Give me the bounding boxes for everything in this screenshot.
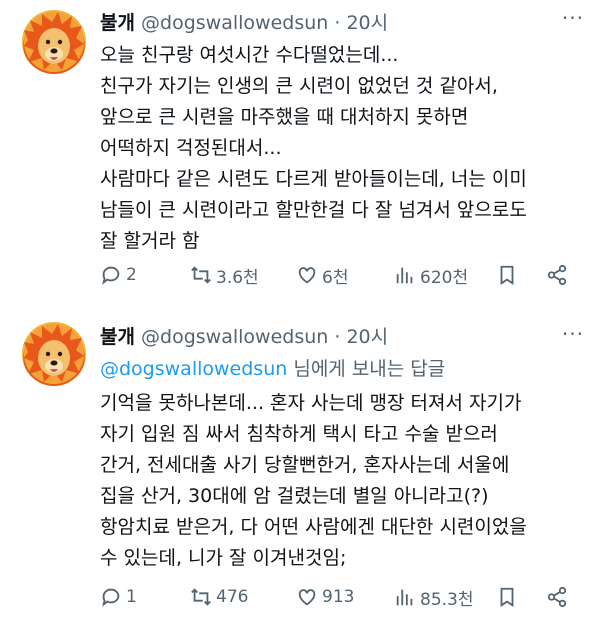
repost-button[interactable]: 476 xyxy=(190,582,248,612)
tweet-header: 불개 @dogswallowedsun · 20시 xyxy=(100,8,388,35)
share-icon xyxy=(547,264,567,286)
reply-icon xyxy=(102,588,120,607)
tweet[interactable]: 불개 @dogswallowedsun · 20시 ··· 오늘 친구랑 여섯시… xyxy=(0,0,600,305)
reply-icon xyxy=(102,266,120,285)
share-icon xyxy=(547,586,567,608)
share-button[interactable] xyxy=(546,582,572,612)
bookmark-icon xyxy=(500,265,514,285)
repost-icon xyxy=(191,588,211,606)
like-count: 6천 xyxy=(322,267,349,288)
text-line: 남들이 큰 시련이라고 할만한걸 다 잘 넘겨서 앞으로도 xyxy=(100,199,527,221)
tweet-text: 기억을 못하나본데... 혼자 사는데 맹장 터져서 자기가 자기 입원 짐 싸… xyxy=(100,388,590,574)
more-options-icon[interactable]: ··· xyxy=(562,322,584,346)
like-button[interactable]: 913 xyxy=(296,582,354,612)
views-button[interactable]: 620천 xyxy=(394,260,468,290)
text-line: 앞으로 큰 시련을 마주했을 때 대처하지 못하면 xyxy=(100,106,469,128)
action-bar: 2 3.6천 6천 620천 xyxy=(100,260,580,290)
repost-button[interactable]: 3.6천 xyxy=(190,260,259,290)
text-line: 자기 입원 짐 싸서 침착하게 택시 타고 수술 받으러 xyxy=(100,423,498,445)
reply-context-text: 님에게 보내는 답글 xyxy=(287,358,446,380)
separator-dot: · xyxy=(334,326,341,348)
user-handle[interactable]: @dogswallowedsun xyxy=(141,326,328,348)
view-count: 85.3천 xyxy=(420,589,474,610)
bookmark-button[interactable] xyxy=(496,260,522,290)
text-line: 사람마다 같은 시련도 다르게 받아들이는데, 너는 이미 xyxy=(100,168,527,190)
timestamp[interactable]: 20시 xyxy=(346,326,388,348)
reply-count: 1 xyxy=(126,587,137,607)
text-line: 항암치료 받은거, 다 어떤 사람에겐 대단한 시련이었을 xyxy=(100,516,527,538)
reply-count: 2 xyxy=(126,265,137,285)
text-line: 간거, 전세대출 사기 당할뻔한거, 혼자사는데 서울에 xyxy=(100,454,510,476)
repost-count: 476 xyxy=(216,587,249,607)
avatar[interactable] xyxy=(22,10,86,74)
views-button[interactable]: 85.3천 xyxy=(394,582,474,612)
reply-mention-link[interactable]: @dogswallowedsun xyxy=(100,358,287,380)
tweet-header: 불개 @dogswallowedsun · 20시 xyxy=(100,322,388,349)
more-options-icon[interactable]: ··· xyxy=(562,6,584,30)
timestamp[interactable]: 20시 xyxy=(346,12,388,34)
separator-dot: · xyxy=(334,12,341,34)
text-line: 잘 할거라 함 xyxy=(100,230,200,252)
heart-icon xyxy=(298,267,316,284)
avatar[interactable] xyxy=(22,322,86,386)
views-icon xyxy=(396,589,413,606)
bookmark-icon xyxy=(500,587,514,607)
action-bar: 1 476 913 85.3천 xyxy=(100,582,580,612)
reply-context: @dogswallowedsun 님에게 보내는 답글 xyxy=(100,354,445,381)
text-line: 집을 산거, 30대에 암 걸렸는데 별일 아니라고(?) xyxy=(100,485,489,507)
views-icon xyxy=(396,267,413,284)
repost-count: 3.6천 xyxy=(216,267,259,288)
heart-icon xyxy=(298,589,316,606)
display-name[interactable]: 불개 xyxy=(100,326,135,348)
text-line: 오늘 친구랑 여섯시간 수다떨었는데... xyxy=(100,44,399,66)
text-line: 수 있는데, 니가 잘 이겨낸것임; xyxy=(100,547,347,569)
reply-button[interactable]: 2 xyxy=(100,260,137,290)
tweet-text: 오늘 친구랑 여섯시간 수다떨었는데... 친구가 자기는 인생의 큰 시련이 … xyxy=(100,40,590,257)
share-button[interactable] xyxy=(546,260,572,290)
bookmark-button[interactable] xyxy=(496,582,522,612)
like-button[interactable]: 6천 xyxy=(296,260,348,290)
text-line: 어떡하지 걱정된대서... xyxy=(100,137,282,159)
display-name[interactable]: 불개 xyxy=(100,12,135,34)
view-count: 620천 xyxy=(420,267,469,288)
user-handle[interactable]: @dogswallowedsun xyxy=(141,12,328,34)
text-line: 기억을 못하나본데... 혼자 사는데 맹장 터져서 자기가 xyxy=(100,392,522,414)
like-count: 913 xyxy=(322,587,355,607)
repost-icon xyxy=(191,266,211,284)
text-line: 친구가 자기는 인생의 큰 시련이 없었던 것 같아서, xyxy=(100,75,498,97)
reply-button[interactable]: 1 xyxy=(100,582,137,612)
tweet[interactable]: 불개 @dogswallowedsun · 20시 ··· @dogswallo… xyxy=(0,310,600,630)
